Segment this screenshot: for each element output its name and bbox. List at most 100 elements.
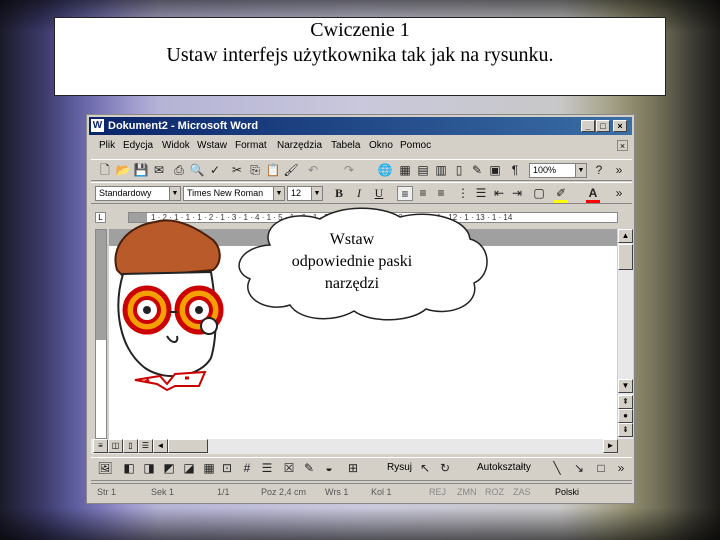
document-close-button[interactable]: × — [617, 140, 628, 151]
font-combo[interactable]: Times New Roman ▼ — [183, 186, 285, 201]
normal-view-button[interactable]: ≡ — [93, 439, 108, 453]
line-color-icon[interactable]: ✎ — [301, 461, 317, 476]
menu-narzedzia[interactable]: Narzędzia — [277, 137, 322, 155]
scroll-up-button[interactable]: ▲ — [618, 229, 633, 243]
print-layout-button[interactable]: ▯ — [123, 439, 138, 453]
free-rotate-icon[interactable]: ↻ — [437, 461, 453, 476]
maximize-button[interactable]: □ — [596, 120, 610, 132]
menu-wstaw[interactable]: Wstaw — [197, 137, 227, 155]
font-size-combo[interactable]: 12 ▼ — [287, 186, 323, 201]
paste-icon[interactable]: 📋 — [265, 163, 281, 178]
highlight-icon[interactable]: ✐ — [553, 186, 569, 201]
chevron-down-icon[interactable]: ▼ — [273, 187, 284, 200]
zoom-combo[interactable]: 100% ▼ — [529, 163, 587, 178]
snap-icon[interactable]: # — [239, 461, 255, 476]
web-layout-button[interactable]: ◫ — [108, 439, 123, 453]
hscroll-thumb[interactable] — [168, 439, 208, 453]
style-combo[interactable]: Standardowy ▼ — [95, 186, 181, 201]
select-objects-icon[interactable]: ↖ — [417, 461, 433, 476]
new-icon[interactable]: 🗋 — [97, 163, 113, 178]
rectangle-icon[interactable]: □ — [593, 461, 609, 476]
draw-menu[interactable]: Rysuj — [387, 462, 412, 473]
save-icon[interactable]: 💾 — [133, 163, 149, 178]
word-app-icon[interactable]: W — [91, 119, 104, 132]
arrow-icon[interactable]: ↘ — [571, 461, 587, 476]
align-right-icon[interactable]: ≡ — [433, 186, 449, 201]
open-icon[interactable]: 📂 — [115, 163, 131, 178]
close-button[interactable]: × — [613, 120, 627, 132]
italic-button[interactable]: I — [351, 186, 367, 201]
vertical-scrollbar[interactable]: ▲ ▼ ⇞ ● ⇟ — [618, 229, 633, 439]
decrease-indent-icon[interactable]: ⇤ — [491, 186, 507, 201]
more-buttons-icon[interactable]: » — [613, 461, 629, 476]
spelling-icon[interactable]: ✓ — [207, 163, 223, 178]
bold-button[interactable]: B — [331, 186, 347, 201]
tables-borders-icon[interactable]: ▦ — [397, 163, 413, 178]
email-icon[interactable]: ✉ — [151, 163, 167, 178]
menu-pomoc[interactable]: Pomoc — [400, 137, 431, 155]
drawing-icon[interactable]: ✎ — [469, 163, 485, 178]
horizontal-scrollbar[interactable]: ≡ ◫ ▯ ☰ ◄ ► — [91, 439, 618, 454]
scroll-thumb[interactable] — [618, 244, 633, 270]
borders-icon[interactable]: ▢ — [531, 186, 547, 201]
select-browse-object-button[interactable]: ● — [618, 409, 633, 423]
scroll-left-button[interactable]: ◄ — [153, 439, 168, 453]
chevron-down-icon[interactable]: ▼ — [169, 187, 180, 200]
font-color-icon[interactable]: A — [585, 186, 601, 201]
align-left-icon[interactable]: ≡ — [397, 186, 413, 201]
copy-icon[interactable]: ⎘ — [247, 163, 263, 178]
line-style-icon[interactable]: ☰ — [259, 461, 275, 476]
3d-icon[interactable]: ◧ — [121, 461, 137, 476]
chevron-down-icon[interactable]: ▼ — [311, 187, 322, 200]
show-hide-icon[interactable]: ¶ — [507, 163, 523, 178]
title-bar[interactable]: W Dokument2 - Microsoft Word _ □ × — [89, 117, 632, 135]
wrap-text-icon[interactable]: ⊞ — [345, 461, 361, 476]
document-map-icon[interactable]: ▣ — [487, 163, 503, 178]
redo-icon[interactable]: ↷ — [341, 163, 357, 178]
align-center-icon[interactable]: ≡ — [415, 186, 431, 201]
insert-excel-icon[interactable]: ▥ — [433, 163, 449, 178]
menu-widok[interactable]: Widok — [162, 137, 190, 155]
insert-chart-icon[interactable]: ☒ — [281, 461, 297, 476]
fill-color-icon[interactable]: ◒ — [321, 461, 337, 476]
menu-plik[interactable]: Plik — [99, 137, 115, 155]
status-ovr[interactable]: ZAS — [513, 484, 531, 501]
group-icon[interactable]: ▦ — [201, 461, 217, 476]
help-icon[interactable]: ? — [591, 163, 607, 178]
undo-icon[interactable]: ↶ — [305, 163, 321, 178]
shadow-icon[interactable]: ◨ — [141, 461, 157, 476]
cut-icon[interactable]: ✂ — [229, 163, 245, 178]
menu-okno[interactable]: Okno — [369, 137, 393, 155]
menu-tabela[interactable]: Tabela — [331, 137, 360, 155]
status-trk[interactable]: ZMN — [457, 484, 477, 501]
distribute-icon[interactable]: ◪ — [181, 461, 197, 476]
ungroup-icon[interactable]: ⊡ — [219, 461, 235, 476]
status-rec[interactable]: REJ — [429, 484, 446, 501]
insert-table-icon[interactable]: ▤ — [415, 163, 431, 178]
menu-format[interactable]: Format — [235, 137, 267, 155]
hyperlink-icon[interactable]: 🌐 — [377, 163, 393, 178]
columns-icon[interactable]: ▯ — [451, 163, 467, 178]
browse-previous-button[interactable]: ⇞ — [618, 395, 633, 409]
increase-indent-icon[interactable]: ⇥ — [509, 186, 525, 201]
scroll-right-button[interactable]: ► — [603, 439, 618, 453]
chevron-down-icon[interactable]: ▼ — [575, 164, 586, 177]
format-painter-icon[interactable]: 🖌 — [283, 163, 299, 178]
align-icon[interactable]: ◩ — [161, 461, 177, 476]
print-preview-icon[interactable]: 🔍 — [189, 163, 205, 178]
underline-button[interactable]: U — [371, 186, 387, 201]
line-icon[interactable]: ╲ — [549, 461, 565, 476]
scroll-down-button[interactable]: ▼ — [618, 379, 633, 393]
numbering-icon[interactable]: ⋮ — [455, 186, 471, 201]
more-buttons-icon[interactable]: » — [611, 186, 627, 201]
minimize-button[interactable]: _ — [581, 120, 595, 132]
more-buttons-icon[interactable]: » — [611, 163, 627, 178]
autoshapes-menu[interactable]: Autokształty — [477, 462, 531, 473]
outline-view-button[interactable]: ☰ — [138, 439, 153, 453]
print-icon[interactable]: ⎙ — [171, 163, 187, 178]
insert-picture-icon[interactable]: 🖼 — [97, 461, 113, 476]
bullets-icon[interactable]: ☰ — [473, 186, 489, 201]
browse-next-button[interactable]: ⇟ — [618, 423, 633, 437]
menu-edycja[interactable]: Edycja — [123, 137, 153, 155]
status-ext[interactable]: ROZ — [485, 484, 504, 501]
